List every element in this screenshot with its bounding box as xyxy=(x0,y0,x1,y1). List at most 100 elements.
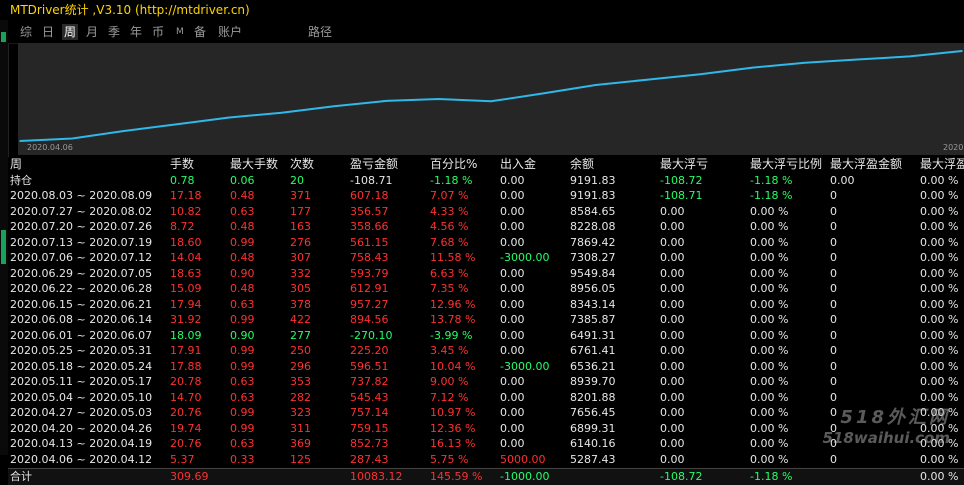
cell-pct: 4.56 % xyxy=(430,220,469,233)
cell-pnl: 561.15 xyxy=(350,235,389,249)
cell-max-fp: 0 xyxy=(830,344,837,357)
cell-flow: 0.00 xyxy=(500,220,525,233)
hold-row[interactable]: 持仓 0.78 0.06 20 -108.71 -1.18 % 0.00 9191.83 -10… xyxy=(8,173,964,189)
table-row[interactable]: 2020.06.15 ~ 2020.06.21 17.94 0.63 378 957.2… xyxy=(8,297,964,313)
cell-lots: 17.88 xyxy=(170,359,202,373)
cell-flow: 0.00 xyxy=(500,437,525,450)
table-row[interactable]: 2020.05.18 ~ 2020.05.24 17.88 0.99 296 596.5… xyxy=(8,359,964,375)
table-row[interactable]: 2020.05.25 ~ 2020.05.31 17.91 0.99 250 225.2… xyxy=(8,343,964,359)
hold-cell: 持仓 xyxy=(10,173,32,187)
cell-balance: 9549.84 xyxy=(570,266,616,280)
equity-point xyxy=(699,73,702,76)
table-row[interactable]: 2020.08.03 ~ 2020.08.09 17.18 0.48 371 607.1… xyxy=(8,188,964,204)
table-row[interactable]: 2020.04.13 ~ 2020.04.19 20.76 0.63 369 852.7… xyxy=(8,436,964,452)
tab-9[interactable]: 账户 xyxy=(218,24,242,40)
cell-pnl: 737.82 xyxy=(350,375,389,388)
cell-week: 2020.05.04 ~ 2020.05.10 xyxy=(10,390,153,404)
cell-max-fp-pct: 0.00 % xyxy=(920,266,959,280)
cell-lots: 17.18 xyxy=(170,189,202,202)
cell-balance: 8584.65 xyxy=(570,204,616,218)
cell-max-fp: 0 xyxy=(830,235,837,249)
cell-flow: -3000.00 xyxy=(500,251,550,264)
cell-flow: -3000.00 xyxy=(500,359,550,373)
equity-point xyxy=(228,116,231,119)
cell-count: 307 xyxy=(290,251,311,264)
tab-1[interactable]: 日 xyxy=(42,24,54,40)
cell-balance: 6140.16 xyxy=(570,437,616,450)
cell-lots: 31.92 xyxy=(170,313,202,326)
table-row[interactable]: 2020.06.08 ~ 2020.06.14 31.92 0.99 422 894.5… xyxy=(8,312,964,328)
cell-balance: 6761.41 xyxy=(570,344,616,357)
tab-3[interactable]: 月 xyxy=(86,24,98,40)
cell-max-fp-pct: 0.00 % xyxy=(920,313,959,326)
equity-point xyxy=(594,84,597,86)
total-flow: -1000.00 xyxy=(500,470,550,483)
tab-10[interactable]: 路径 xyxy=(308,24,332,40)
cell-max-fp: 0 xyxy=(830,189,837,202)
table-row[interactable]: 2020.04.20 ~ 2020.04.26 19.74 0.99 311 759.1… xyxy=(8,421,964,437)
cell-max-lots: 0.99 xyxy=(230,406,255,419)
cell-max-fp-pct: 0.00 % xyxy=(920,235,959,249)
cell-pct: 12.96 % xyxy=(430,297,476,311)
table-row[interactable]: 2020.06.01 ~ 2020.06.07 18.09 0.90 277 -270.… xyxy=(8,328,964,344)
total-row[interactable]: 合计 309.69 10083.12 145.59 % -1000.00 -108.72 -… xyxy=(8,468,964,485)
cell-max-fp-pct: 0.00 % xyxy=(920,204,959,218)
cell-max-dd: 0.00 xyxy=(660,220,685,233)
cell-lots: 14.70 xyxy=(170,390,202,404)
cell-count: 296 xyxy=(290,359,311,373)
cell-lots: 18.60 xyxy=(170,235,202,249)
tab-5[interactable]: 年 xyxy=(130,24,142,40)
table-row[interactable]: 2020.07.27 ~ 2020.08.02 10.82 0.63 177 356.5… xyxy=(8,204,964,220)
table-row[interactable]: 2020.07.20 ~ 2020.07.26 8.72 0.48 163 358.66… xyxy=(8,219,964,235)
table-row[interactable]: 2020.05.04 ~ 2020.05.10 14.70 0.63 282 545.4… xyxy=(8,390,964,406)
cell-count: 311 xyxy=(290,421,311,435)
cell-max-fp: 0 xyxy=(830,359,837,373)
table-row[interactable]: 2020.06.29 ~ 2020.07.05 18.63 0.90 332 593.7… xyxy=(8,266,964,282)
table-row[interactable]: 2020.04.27 ~ 2020.05.03 20.76 0.99 323 757.1… xyxy=(8,405,964,421)
tab-8[interactable]: 备 xyxy=(194,24,206,40)
cell-max-lots: 0.63 xyxy=(230,297,255,311)
cell-max-lots: 0.33 xyxy=(230,452,255,466)
cell-lots: 15.09 xyxy=(170,282,202,295)
cell-count: 305 xyxy=(290,282,311,295)
cell-flow: 5000.00 xyxy=(500,452,546,466)
cell-max-fp-pct: 0.00 % xyxy=(920,297,959,311)
cell-max-dd: 0.00 xyxy=(660,328,685,342)
tab-2[interactable]: 周 xyxy=(62,24,79,40)
mtdriver-stats-window: MTDriver统计 ,V3.10 (http://mtdriver.cn) 综… xyxy=(0,0,964,485)
column-header: 余额 xyxy=(570,157,595,171)
cell-balance: 6536.21 xyxy=(570,359,616,373)
tab-6[interactable]: 币 xyxy=(152,24,164,40)
table-row[interactable]: 2020.05.11 ~ 2020.05.17 20.78 0.63 353 737.8… xyxy=(8,374,964,390)
hold-cell: 20 xyxy=(290,173,304,187)
tab-7[interactable]: M xyxy=(176,24,184,40)
cell-max-lots: 0.99 xyxy=(230,344,255,357)
table-row[interactable]: 2020.07.06 ~ 2020.07.12 14.04 0.48 307 758.4… xyxy=(8,250,964,266)
period-tabs: 综日周月季年币 M 备账户 路径 xyxy=(8,21,964,44)
strip-marker xyxy=(1,230,6,264)
cell-flow: 0.00 xyxy=(500,421,525,435)
table-row[interactable]: 2020.07.13 ~ 2020.07.19 18.60 0.99 276 561.1… xyxy=(8,235,964,251)
equity-point xyxy=(437,98,440,100)
table-row[interactable]: 2020.04.06 ~ 2020.04.12 5.37 0.33 125 287.43… xyxy=(8,452,964,468)
cell-pct: 11.58 % xyxy=(430,251,476,264)
cell-max-fp-pct: 0.00 % xyxy=(920,375,959,388)
equity-point xyxy=(647,78,649,81)
table-row[interactable]: 2020.06.22 ~ 2020.06.28 15.09 0.48 305 612.9… xyxy=(8,281,964,297)
cell-max-fp: 0 xyxy=(830,375,837,388)
total-max-dd: -108.72 xyxy=(660,470,703,483)
tab-0[interactable]: 综 xyxy=(20,24,32,40)
cell-lots: 5.37 xyxy=(170,452,195,466)
cell-max-dd: 0.00 xyxy=(660,344,685,357)
cell-max-dd-pct: 0.00 % xyxy=(750,251,789,264)
tab-4[interactable]: 季 xyxy=(108,24,120,40)
weekly-stats-table: 周 手数 最大手数 次数 盈亏金额 百分比% 出入金 余额 最大浮亏 最大浮亏比例 最大浮盈金额 最大… xyxy=(8,157,964,485)
cell-max-fp-pct: 0.00 % xyxy=(920,344,959,357)
cell-balance: 8228.08 xyxy=(570,220,616,233)
hold-cell: -108.72 xyxy=(660,173,703,187)
cell-max-dd-pct: 0.00 % xyxy=(750,344,789,357)
x-tick-label-start: 2020.04.06 xyxy=(27,143,73,152)
equity-line xyxy=(19,50,963,142)
hold-cell: 0.00 xyxy=(500,173,525,187)
cell-max-lots: 0.63 xyxy=(230,390,255,404)
